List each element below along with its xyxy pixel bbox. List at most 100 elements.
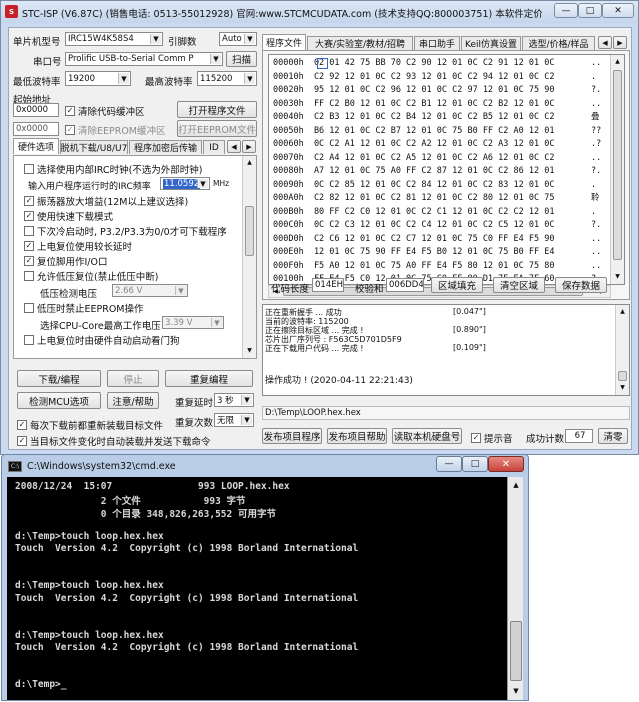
cmd-maximize-button[interactable]: □ — [462, 456, 488, 472]
scroll-down-icon[interactable]: ▼ — [612, 271, 623, 282]
help-button[interactable]: 注意/帮助 — [107, 392, 159, 409]
auto-reload-checkbox[interactable]: ✓ 每次下载前都重新装载目标文件 — [17, 418, 163, 432]
log-panel[interactable]: 正在重新握手 ... 成功 [0.047"] 当前的波特率: 115200 正在擦除目… — [262, 304, 630, 396]
save-data-button[interactable]: 保存数据 — [555, 277, 607, 293]
scroll-up-icon[interactable]: ▲ — [612, 56, 623, 67]
option-auto-watchdog[interactable]: 上电复位时由硬件自动启动看门狗 — [24, 333, 180, 347]
scroll-thumb[interactable] — [245, 206, 254, 256]
tab-hardware-options[interactable]: 硬件选项 — [13, 138, 59, 154]
option-osc-gain[interactable]: ✓ 振荡器放大增益(12M以上建议选择) — [24, 194, 188, 208]
window-title: STC-ISP (V6.87C) (销售电话: 0513-55012928) 官… — [22, 9, 542, 20]
scroll-up-icon[interactable]: ▲ — [244, 157, 255, 168]
minimize-icon: — — [561, 5, 571, 16]
log-time: [0.047"] — [453, 307, 486, 316]
cmd-close-button[interactable]: ✕ — [488, 456, 524, 472]
scroll-down-icon[interactable]: ▼ — [617, 382, 628, 393]
scroll-down-icon[interactable]: ▼ — [244, 345, 255, 356]
publish-program-button[interactable]: 发布项目程序 — [262, 428, 322, 444]
checkmark-icon: ✓ — [24, 256, 34, 266]
hex-view[interactable]: 00000h 02 01 42 75 BB 70 C2 90 12 01 0C … — [268, 54, 625, 285]
maximize-button[interactable]: □ — [578, 3, 602, 18]
option-long-reset-delay[interactable]: ✓ 上电复位使用较长延时 — [24, 239, 132, 253]
mcu-type-select[interactable]: IRC15W4K58S4 ▼ — [65, 32, 163, 46]
eeprom-address-input[interactable]: 0x0000 — [13, 122, 59, 136]
close-button[interactable]: ✕ — [602, 3, 634, 18]
minimize-button[interactable]: — — [554, 3, 578, 18]
client-area: 单片机型号 IRC15W4K58S4 ▼ 引脚数 Auto ▼ 串口号 Prolif… — [8, 27, 632, 450]
serial-port-select[interactable]: Prolific USB-to-Serial Comm P ▼ — [65, 52, 223, 66]
scroll-thumb[interactable] — [613, 70, 622, 260]
tab-program-file[interactable]: 程序文件 — [262, 34, 306, 50]
fill-region-button[interactable]: 区域填充 — [431, 277, 483, 293]
cpu-voltage-select[interactable]: 3.39 V ▼ — [162, 316, 224, 329]
pin-count-select[interactable]: Auto ▼ — [219, 32, 257, 46]
reprogram-button[interactable]: 重复编程 — [165, 370, 253, 387]
clear-code-checkbox[interactable]: ✓ 清除代码缓冲区 — [65, 104, 145, 118]
clear-count-button[interactable]: 清零 — [598, 428, 628, 444]
right-tab-scroll-left-button[interactable]: ◀ — [598, 36, 612, 49]
ascii-cell: .. — [591, 58, 602, 68]
irc-frequency-select[interactable]: 11.0592 ▼ — [160, 177, 210, 190]
tab-keil-settings[interactable]: Keil仿真设置 — [461, 36, 521, 50]
log-scrollbar[interactable]: ▲ ▼ — [615, 305, 629, 395]
tab-encrypted-transfer[interactable]: 程序加密后传输 — [129, 140, 202, 154]
console-line: d:\Temp>touch loop.hex.hex — [15, 580, 164, 592]
option-internal-irc[interactable]: 选择使用内部IRC时钟(不选为外部时钟) — [24, 162, 202, 176]
console-area[interactable]: 2008/12/24 15:07 993 LOOP.hex.hex 2 个文件 … — [7, 477, 523, 700]
tab-scroll-right-button[interactable]: ▶ — [242, 140, 256, 153]
checkmark-icon: ✓ — [65, 106, 75, 116]
option-low-voltage-reset[interactable]: 允许低压复位(禁止低压中断) — [24, 269, 158, 283]
option-cold-start-p32[interactable]: 下次冷启动时, P3.2/P3.3为0/0才可下载程序 — [24, 224, 227, 238]
scroll-up-icon[interactable]: ▲ — [510, 479, 522, 491]
chevron-right-icon: ▶ — [246, 142, 252, 151]
read-disk-number-button[interactable]: 读取本机硬盘号 — [392, 428, 462, 444]
auto-send-checkbox[interactable]: ✓ 当目标文件变化时自动装载并发送下载命令 — [17, 434, 211, 448]
scroll-thumb[interactable] — [618, 371, 627, 381]
hex-vertical-scrollbar[interactable]: ▲ ▼ — [610, 55, 624, 284]
repeat-delay-select[interactable]: 3 秒 ▼ — [214, 393, 254, 407]
clear-region-button[interactable]: 清空区域 — [493, 277, 545, 293]
ascii-cell: . — [591, 179, 597, 190]
min-baud-select[interactable]: 19200 ▼ — [65, 71, 131, 86]
code-address-input[interactable]: 0x0000 — [13, 103, 59, 117]
download-program-button[interactable]: 下载/编程 — [17, 370, 101, 387]
checkmark-icon: ✓ — [17, 436, 27, 446]
scroll-down-icon[interactable]: ▼ — [510, 685, 522, 697]
beep-checkbox[interactable]: ✓ 提示音 — [471, 431, 513, 445]
hex-row: 00030h FF C2 B0 12 01 0C C2 B1 12 01 0C … — [273, 98, 555, 109]
tab-contest-lab[interactable]: 大赛/实验室/教材/招聘 — [307, 36, 413, 50]
close-icon: ✕ — [614, 5, 622, 16]
scroll-up-icon[interactable]: ▲ — [617, 306, 628, 317]
check-mcu-options-button[interactable]: 检测MCU选项 — [17, 392, 101, 409]
clear-eeprom-checkbox[interactable]: ✓ 清除EEPROM缓冲区 — [65, 123, 166, 137]
cmd-minimize-button[interactable]: — — [436, 456, 462, 472]
option-lv-disable-eeprom[interactable]: 低压时禁止EEPROM操作 — [24, 301, 144, 315]
scroll-thumb[interactable] — [510, 621, 522, 681]
scan-button[interactable]: 扫描 — [226, 51, 257, 67]
max-baud-select[interactable]: 115200 ▼ — [197, 71, 257, 86]
open-eeprom-button[interactable]: 打开EEPROM文件 — [177, 120, 257, 137]
option-fast-download[interactable]: ✓ 使用快速下载模式 — [24, 209, 113, 223]
option-reset-pin-io[interactable]: ✓ 复位脚用作I/O口 — [24, 254, 107, 268]
hex-row: 00090h 0C C2 85 12 01 0C C2 84 12 01 0C … — [273, 179, 555, 190]
console-scrollbar[interactable]: ▲ ▼ — [507, 477, 523, 700]
publish-help-button[interactable]: 发布项目帮助 — [327, 428, 387, 444]
tab-id[interactable]: ID — [203, 140, 225, 154]
code-length-label: 代码长度 — [271, 284, 310, 295]
tab-selection-price[interactable]: 选型/价格/样品 — [522, 36, 595, 50]
tab-scroll-left-button[interactable]: ◀ — [227, 140, 241, 153]
title-bar: S STC-ISP (V6.87C) (销售电话: 0513-55012928)… — [1, 1, 638, 23]
open-program-button[interactable]: 打开程序文件 — [177, 101, 257, 118]
stc-isp-window: S STC-ISP (V6.87C) (销售电话: 0513-55012928)… — [0, 0, 639, 455]
console-line: d:\Temp>touch loop.hex.hex — [15, 530, 164, 542]
tab-serial-assistant[interactable]: 串口助手 — [414, 36, 460, 50]
checksum-label: 校验和 — [355, 284, 384, 295]
options-scrollbar[interactable]: ▲ ▼ — [242, 156, 256, 358]
tab-offline-download[interactable]: 脱机下载/U8/U7 — [60, 140, 128, 154]
cmd-window-title: C:\Windows\system32\cmd.exe — [27, 461, 176, 472]
stop-button[interactable]: 停止 — [107, 370, 159, 387]
log-line: 正在下载用户代码 ... 完成 ! — [265, 344, 364, 353]
repeat-count-select[interactable]: 无限 ▼ — [214, 413, 254, 427]
low-voltage-select[interactable]: 2.66 V ▼ — [112, 284, 188, 297]
right-tab-scroll-right-button[interactable]: ▶ — [613, 36, 627, 49]
